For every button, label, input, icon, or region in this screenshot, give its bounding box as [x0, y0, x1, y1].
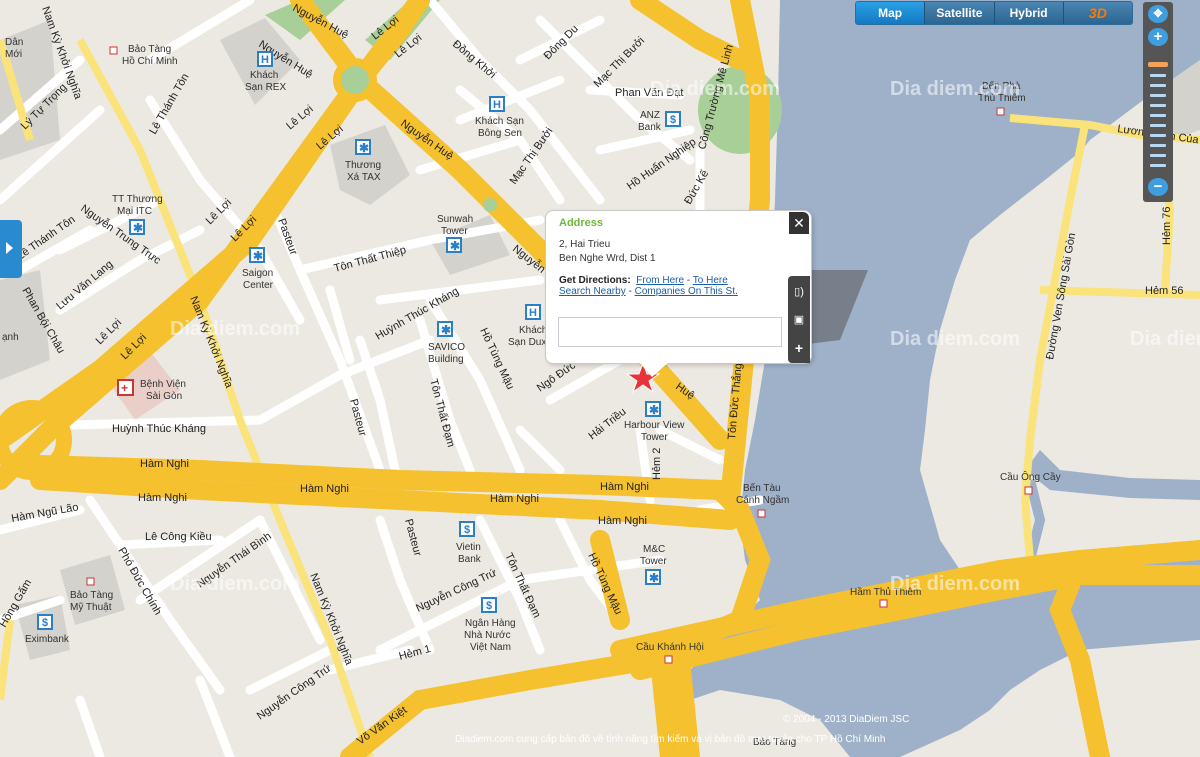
- zoom-tick[interactable]: [1150, 94, 1166, 97]
- label-ham-nghi-2: Hàm Nghi: [138, 492, 187, 504]
- svg-text:H: H: [529, 307, 537, 319]
- place-savico: SAVICO Building: [428, 342, 465, 365]
- label-ham-nghi-3: Hàm Nghi: [300, 483, 349, 495]
- popup-address-line2: Ben Nghe Wrd, Dist 1: [559, 253, 656, 264]
- museum-icon-2: [86, 577, 95, 586]
- zoom-out-button[interactable]: −: [1148, 178, 1168, 196]
- zoom-tick[interactable]: [1150, 134, 1166, 137]
- label-ham-nghi-1: Hàm Nghi: [140, 458, 189, 470]
- map-type-hybrid-button[interactable]: Hybrid: [994, 2, 1064, 24]
- pier-icon: [996, 107, 1005, 116]
- bridge-icon-2: [1024, 486, 1033, 495]
- bridge-icon: [664, 655, 673, 664]
- close-icon[interactable]: ✕: [789, 212, 809, 234]
- label-ham-nghi-5: Hàm Nghi: [600, 481, 649, 493]
- footer-text: Diadiem.com cung cấp bản đồ về tính năng…: [455, 734, 886, 745]
- svg-text:$: $: [464, 524, 470, 536]
- map-type-map-button[interactable]: Map: [856, 2, 926, 24]
- label-ham-nghi-4: Hàm Nghi: [490, 493, 539, 505]
- svg-text:Dia diem.com: Dia diem.com: [1130, 328, 1200, 350]
- zoom-tick[interactable]: [1150, 154, 1166, 157]
- svg-text:Dia diem.com: Dia diem.com: [890, 573, 1020, 595]
- arrow-right-icon: [6, 242, 13, 254]
- zoom-in-button[interactable]: +: [1148, 28, 1168, 46]
- svg-text:✱: ✱: [649, 403, 659, 417]
- svg-text:+: +: [121, 381, 128, 395]
- tunnel-icon: [879, 599, 888, 608]
- svg-text:✱: ✱: [441, 323, 451, 337]
- place-bao-tang-hcm: Bảo Tàng Hồ Chí Minh: [122, 44, 178, 67]
- map-type-satellite-button[interactable]: Satellite: [925, 2, 995, 24]
- 3d-icon: 3D: [1088, 5, 1107, 21]
- svg-text:$: $: [42, 617, 48, 629]
- place-saigon-center: Saigon Center: [242, 268, 274, 291]
- place-khach-san-bong-sen: Khách Sạn Bông Sen: [475, 116, 524, 139]
- sound-icon[interactable]: ▯): [791, 284, 807, 300]
- side-panel-toggle[interactable]: [0, 220, 22, 278]
- from-here-link[interactable]: From Here: [636, 275, 684, 286]
- place-benh-vien: Bệnh Viện Sài Gòn: [140, 379, 186, 402]
- label-hem-56: Hẻm 56: [1145, 285, 1184, 297]
- map-type-switcher: Map Satellite Hybrid 3D: [855, 1, 1133, 25]
- svg-text:Dia diem.com: Dia diem.com: [890, 78, 1020, 100]
- place-cau-khanh-hoi: Cầu Khánh Hội: [636, 641, 704, 653]
- plus-icon[interactable]: +: [791, 340, 807, 356]
- label-hem-2: Hẻm 2: [651, 448, 663, 480]
- svg-text:✱: ✱: [359, 141, 369, 155]
- zoom-tick[interactable]: [1150, 104, 1166, 107]
- svg-text:H: H: [261, 54, 269, 66]
- zoom-tick[interactable]: [1150, 84, 1166, 87]
- label-ham-nghi-6: Hàm Nghi: [598, 515, 647, 527]
- label-le-cong-kieu: Lê Công Kiều: [145, 531, 212, 543]
- popup-title: Address: [559, 217, 604, 229]
- directions-label: Get Directions:: [559, 275, 631, 286]
- popup-side-toolbar: ▯) ▣ +: [788, 276, 810, 363]
- map-canvas[interactable]: Nam Kỳ Khởi Nghĩa Nguyễn Huệ Nguyễn Huệ …: [0, 0, 1200, 757]
- map-3d-button[interactable]: 3D: [1063, 2, 1132, 24]
- place-cau-ong-cay: Cầu Ông Cầy: [1000, 470, 1061, 483]
- place-ngan-hang: Ngân Hàng Nhà Nước Việt Nam: [464, 618, 516, 653]
- place-bao-tang-my-thuat: Bảo Tàng Mỹ Thuật: [70, 590, 113, 613]
- svg-text:$: $: [670, 114, 676, 126]
- place-anh: ạnh: [2, 332, 19, 343]
- place-dan-moi: Dân Mới: [5, 37, 23, 60]
- label-hem-76: Hẻm 76: [1161, 206, 1173, 245]
- to-here-link[interactable]: To Here: [693, 275, 728, 286]
- zoom-control: ✥ + −: [1143, 2, 1173, 202]
- svg-text:Dia diem.com: Dia diem.com: [170, 318, 300, 340]
- companies-link[interactable]: Companies On This St.: [635, 286, 738, 297]
- svg-text:$: $: [486, 600, 492, 612]
- zoom-tick[interactable]: [1150, 164, 1166, 167]
- svg-text:Dia diem.com: Dia diem.com: [170, 573, 300, 595]
- museum-icon: [109, 46, 118, 55]
- place-thuong-xa-tax: Thương Xá TAX: [345, 160, 381, 183]
- place-vietin: Vietin Bank: [456, 542, 482, 565]
- search-nearby-link[interactable]: Search Nearby: [559, 286, 626, 297]
- zoom-tick[interactable]: [1150, 144, 1166, 147]
- place-eximbank: Eximbank: [25, 634, 70, 645]
- pan-icon[interactable]: ✥: [1148, 5, 1168, 23]
- svg-text:H: H: [493, 99, 501, 111]
- zoom-tick[interactable]: [1150, 114, 1166, 117]
- pier-icon-2: [757, 509, 766, 518]
- camera-icon[interactable]: ▣: [791, 312, 807, 328]
- place-anz-bank: ANZ Bank: [638, 110, 662, 133]
- popup-search-input[interactable]: [558, 317, 782, 347]
- popup-directions: Get Directions: From Here - To Here Sear…: [559, 275, 738, 297]
- watermark: Dia diem.com: [650, 78, 780, 100]
- label-huynh-thuc-khang: Huỳnh Thúc Kháng: [112, 423, 206, 435]
- popup-tail: [638, 361, 670, 377]
- svg-text:✱: ✱: [253, 249, 263, 263]
- zoom-slider-thumb[interactable]: [1148, 62, 1168, 67]
- zoom-tick[interactable]: [1150, 74, 1166, 77]
- svg-text:Dia diem.com: Dia diem.com: [890, 328, 1020, 350]
- copyright: © 2004 - 2013 DiaDiem JSC: [783, 714, 910, 725]
- svg-text:✱: ✱: [649, 571, 659, 585]
- popup-address-line1: 2, Hai Trieu: [559, 239, 611, 250]
- place-mc-tower: M&C Tower: [640, 544, 667, 567]
- info-popup: Address 2, Hai Trieu Ben Nghe Wrd, Dist …: [545, 210, 812, 377]
- svg-text:✱: ✱: [450, 239, 460, 253]
- svg-text:✱: ✱: [133, 221, 143, 235]
- zoom-tick[interactable]: [1150, 124, 1166, 127]
